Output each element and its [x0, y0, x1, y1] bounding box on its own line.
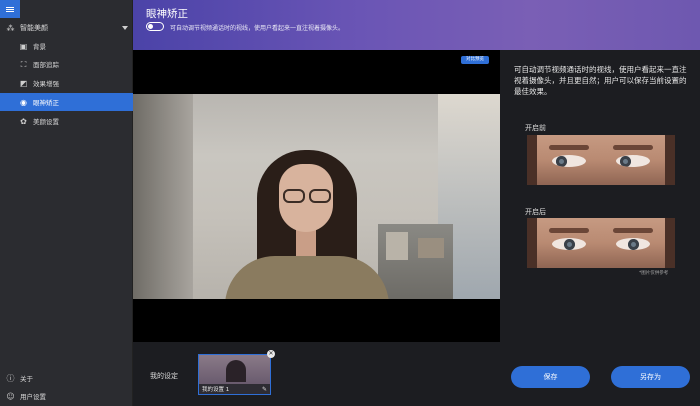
eye [616, 238, 650, 250]
sidebar-group-smart-beauty[interactable]: ⁂ 智能美颜 [0, 20, 133, 36]
sidebar-item-label: 用户设置 [20, 393, 46, 401]
sidebar-item-label: 美颜设置 [33, 118, 59, 126]
page-header: 眼神矫正 可自动调节视频通话时的视线，使用户看起来一直注视着摄像头。 [133, 0, 700, 50]
before-image [527, 135, 675, 185]
video-feed [133, 94, 500, 299]
before-label: 开启前 [525, 124, 546, 132]
sidebar-item-label: 关于 [20, 375, 33, 383]
hair [527, 135, 537, 185]
eyebrow [613, 228, 653, 233]
camera-preview: 对比预览 [133, 50, 500, 342]
background-shelf [378, 224, 453, 299]
sidebar-item-label: 背景 [33, 43, 46, 51]
sidebar-item-label: 眼神矫正 [33, 99, 59, 107]
eye [552, 238, 586, 250]
eye [552, 155, 586, 167]
save-button[interactable]: 保存 [511, 366, 590, 388]
chevron-down-icon [122, 26, 128, 30]
hair [665, 135, 675, 185]
sidebar-item-beauty-settings[interactable]: ✿ 美颜设置 [0, 112, 133, 130]
sidebar-group-label: 智能美颜 [20, 24, 48, 32]
sidebar-item-label: 效果增强 [33, 80, 59, 88]
preset-name: 我的设置 1 [202, 387, 230, 393]
hair [527, 218, 537, 268]
sidebar-item-label: 面部追踪 [33, 61, 59, 69]
sidebar-item-face-tracking[interactable]: ⛶ 面部追踪 [0, 55, 133, 73]
beauty-icon: ✿ [20, 116, 27, 126]
iris [564, 239, 575, 250]
glasses-lens [309, 189, 331, 203]
person-neck [296, 229, 316, 259]
my-settings-label: 我的设定 [150, 372, 178, 380]
after-image [527, 218, 675, 268]
sparkle-icon: ⁂ [6, 23, 15, 33]
page-title: 眼神矫正 [146, 8, 188, 20]
shelf-object [418, 238, 444, 258]
sidebar-item-enhance[interactable]: ◩ 效果增强 [0, 74, 133, 92]
eyebrow [549, 228, 589, 233]
edit-icon[interactable]: ✎ [262, 386, 267, 393]
eye-correction-toggle[interactable] [146, 22, 164, 31]
shelf-object [386, 232, 408, 260]
preset-card[interactable]: 我的设置 1 ✎ [198, 354, 271, 395]
preset-thumbnail [226, 360, 246, 382]
person-body [225, 256, 389, 299]
header-description: 可自动调节视频通话时的视线，使用户看起来一直注视着摄像头。 [170, 25, 345, 32]
iris [620, 156, 631, 167]
eye [616, 155, 650, 167]
close-icon[interactable]: ✕ [267, 350, 275, 358]
glasses [280, 189, 334, 205]
iris [556, 156, 567, 167]
image-footnote: *图片仅供参考 [639, 271, 669, 276]
hair [665, 218, 675, 268]
eyebrow [549, 145, 589, 150]
face-frame-icon: ⛶ [20, 59, 27, 69]
sidebar-item-background[interactable]: ▣ 背景 [0, 37, 133, 55]
background-wall [133, 94, 193, 299]
compare-preview-button[interactable]: 对比预览 [461, 56, 489, 64]
info-icon: ⓘ [6, 373, 15, 383]
iris [628, 239, 639, 250]
save-as-button[interactable]: 另存为 [611, 366, 690, 388]
image-icon: ▣ [19, 41, 28, 51]
sidebar-item-about[interactable]: ⓘ 关于 [0, 370, 133, 386]
menu-button[interactable] [0, 0, 20, 18]
enhance-icon: ◩ [19, 78, 28, 88]
user-icon: ☺ [6, 391, 15, 401]
eye-icon: ◉ [20, 97, 27, 107]
feature-description: 可自动调节视频通话时的视线，使用户看起来一直注视着摄像头，并且更自然；用户可以保… [514, 65, 687, 96]
glasses-lens [283, 189, 305, 203]
hamburger-icon [6, 8, 14, 10]
sidebar: ⁂ 智能美颜 ▣ 背景 ⛶ 面部追踪 ◩ 效果增强 ◉ 眼神矫正 ✿ 美颜设置 … [0, 0, 133, 406]
eyebrow [613, 145, 653, 150]
sidebar-item-user-settings[interactable]: ☺ 用户设置 [0, 388, 133, 404]
after-label: 开启后 [525, 208, 546, 216]
sidebar-item-eye-correction[interactable]: ◉ 眼神矫正 [0, 93, 133, 111]
